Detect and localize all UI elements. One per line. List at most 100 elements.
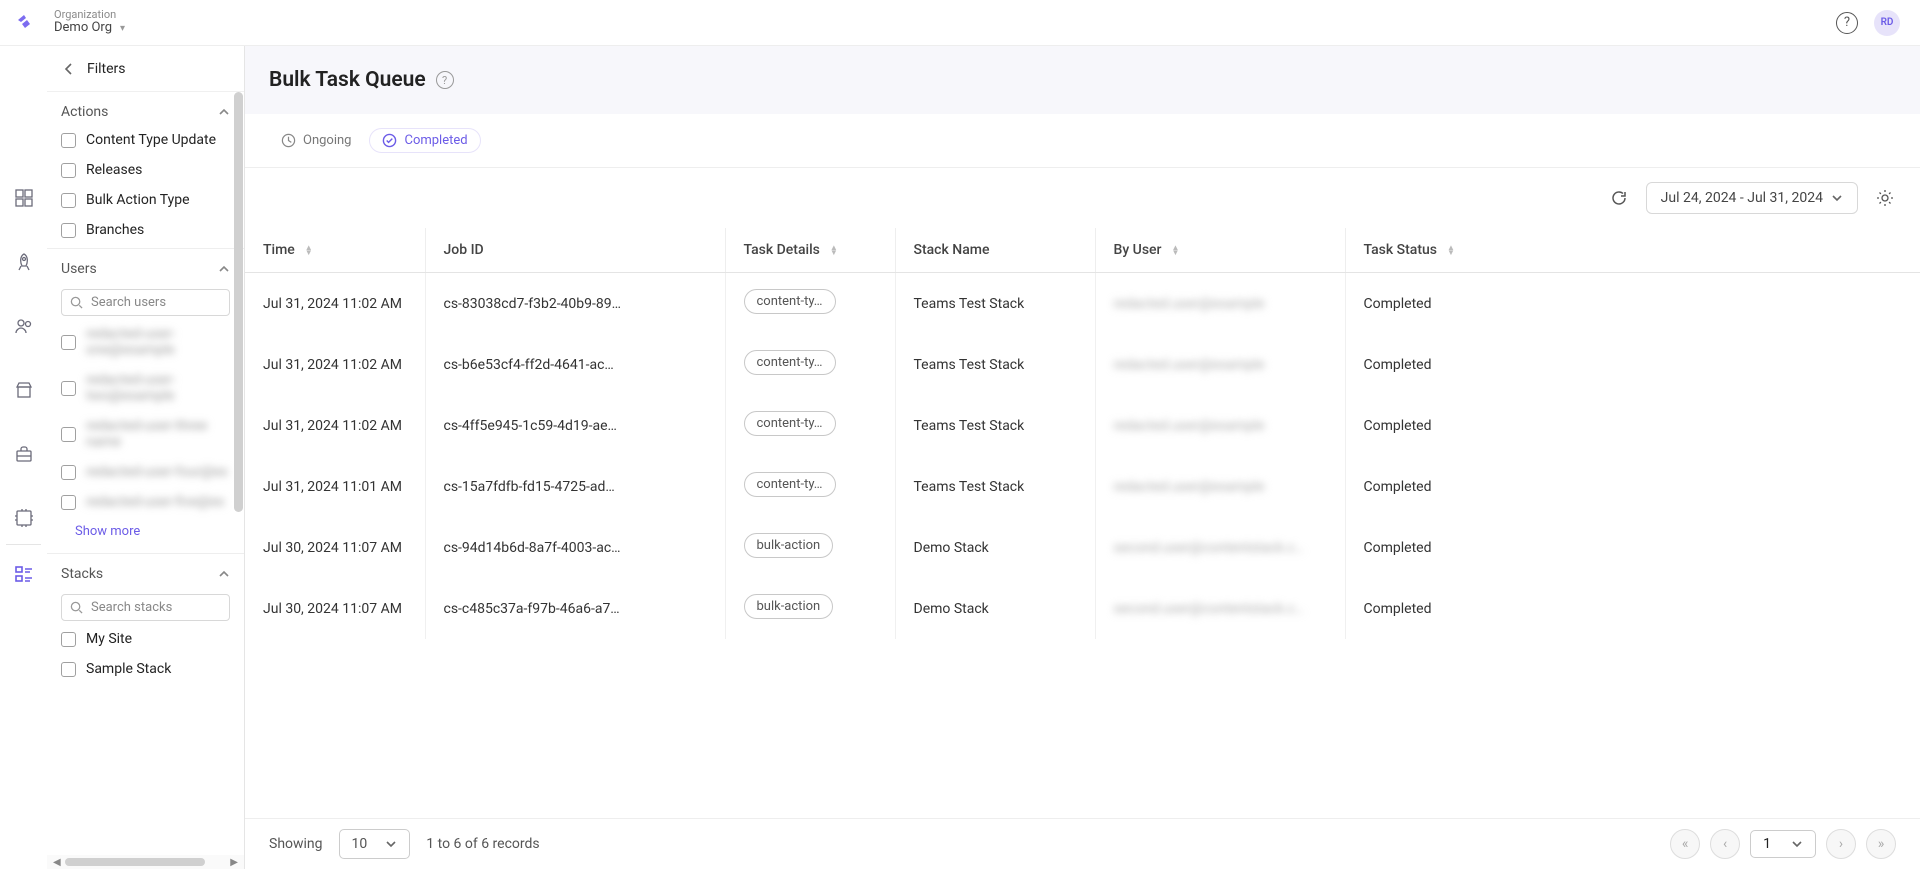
filter-user-item[interactable]: redacted-user-three name <box>61 418 230 450</box>
chevron-up-icon <box>218 568 230 580</box>
chevron-up-icon <box>218 263 230 275</box>
col-job-id[interactable]: Job ID <box>425 228 725 273</box>
page-prev-button[interactable]: ‹ <box>1710 829 1740 859</box>
cell-stack-name: Teams Test Stack <box>895 273 1095 335</box>
cell-status: Completed <box>1345 456 1920 517</box>
sidebar-scrollbar[interactable] <box>234 92 243 512</box>
cell-time: Jul 30, 2024 11:07 AM <box>245 578 425 639</box>
tab-completed[interactable]: Completed <box>369 128 480 153</box>
search-icon <box>70 296 83 309</box>
nav-extension-icon[interactable] <box>12 506 36 530</box>
org-selector[interactable]: Organization Demo Org <box>54 9 125 35</box>
cell-task-details: content-ty… <box>725 334 895 395</box>
nav-toolbox-icon[interactable] <box>12 442 36 466</box>
table-row[interactable]: Jul 30, 2024 11:07 AMcs-c485c37a-f97b-46… <box>245 578 1920 639</box>
filter-stack-sample[interactable]: Sample Stack <box>61 661 230 677</box>
cell-stack-name: Demo Stack <box>895 578 1095 639</box>
table-row[interactable]: Jul 31, 2024 11:02 AMcs-4ff5e945-1c59-4d… <box>245 395 1920 456</box>
sort-icon: ▲▼ <box>1447 245 1455 255</box>
filter-user-item[interactable]: redacted-user-one@example <box>61 326 230 358</box>
filter-section-stacks[interactable]: Stacks <box>47 554 244 594</box>
chevron-down-icon <box>1831 192 1843 204</box>
page-size-select[interactable]: 10 <box>339 829 411 859</box>
filter-releases[interactable]: Releases <box>61 162 230 178</box>
col-stack-name[interactable]: Stack Name <box>895 228 1095 273</box>
cell-task-details: content-ty… <box>725 273 895 335</box>
nav-store-icon[interactable] <box>12 378 36 402</box>
table-row[interactable]: Jul 30, 2024 11:07 AMcs-94d14b6d-8a7f-40… <box>245 517 1920 578</box>
cell-job-id: cs-c485c37a-f97b-46a6-a7… <box>425 578 725 639</box>
cell-by-user: second.user@contentstack.c… <box>1095 517 1345 578</box>
cell-status: Completed <box>1345 578 1920 639</box>
cell-task-details: content-ty… <box>725 395 895 456</box>
cell-by-user: redacted.user@example <box>1095 334 1345 395</box>
tasks-table: Time▲▼ Job ID Task Details▲▼ Stack Name … <box>245 228 1920 639</box>
nav-dashboard-icon[interactable] <box>12 186 36 210</box>
filters-sidebar: Filters Actions Content Type Update Rele… <box>47 46 245 869</box>
filter-stack-my-site[interactable]: My Site <box>61 631 230 647</box>
chevron-down-icon <box>116 21 125 35</box>
col-task-status[interactable]: Task Status▲▼ <box>1345 228 1920 273</box>
cell-task-details: bulk-action <box>725 578 895 639</box>
cell-stack-name: Teams Test Stack <box>895 334 1095 395</box>
filters-back[interactable]: Filters <box>47 46 244 92</box>
page-next-button[interactable]: › <box>1826 829 1856 859</box>
cell-by-user: redacted.user@example <box>1095 395 1345 456</box>
filter-user-item[interactable]: redacted-user-four@ex <box>61 464 230 480</box>
col-time[interactable]: Time▲▼ <box>245 228 425 273</box>
filter-section-users[interactable]: Users <box>47 249 244 289</box>
cell-job-id: cs-15a7fdfb-fd15-4725-ad… <box>425 456 725 517</box>
date-range-picker[interactable]: Jul 24, 2024 - Jul 31, 2024 <box>1646 182 1858 214</box>
check-circle-icon <box>382 133 397 148</box>
table-row[interactable]: Jul 31, 2024 11:02 AMcs-83038cd7-f3b2-40… <box>245 273 1920 335</box>
cell-time: Jul 31, 2024 11:02 AM <box>245 395 425 456</box>
pagination-footer: Showing 10 1 to 6 of 6 records « ‹ 1 › » <box>245 818 1920 869</box>
sort-icon: ▲▼ <box>305 245 313 255</box>
filter-user-item[interactable]: redacted-user-five@ex <box>61 494 230 510</box>
sort-icon: ▲▼ <box>830 245 838 255</box>
filter-content-type-update[interactable]: Content Type Update <box>61 132 230 148</box>
nav-tasks-icon[interactable] <box>12 562 36 586</box>
table-toolbar: Jul 24, 2024 - Jul 31, 2024 <box>245 168 1920 228</box>
chevron-down-icon <box>1791 838 1803 850</box>
table-row[interactable]: Jul 31, 2024 11:01 AMcs-15a7fdfb-fd15-47… <box>245 456 1920 517</box>
refresh-button[interactable] <box>1608 187 1630 209</box>
cell-job-id: cs-4ff5e945-1c59-4d19-ae… <box>425 395 725 456</box>
users-show-more[interactable]: Show more <box>47 520 244 553</box>
nav-rail <box>0 46 47 869</box>
cell-status: Completed <box>1345 334 1920 395</box>
records-label: 1 to 6 of 6 records <box>426 836 539 852</box>
clock-icon <box>281 133 296 148</box>
org-name: Demo Org <box>54 21 112 35</box>
search-stacks-input[interactable]: Search stacks <box>61 594 230 621</box>
nav-rocket-icon[interactable] <box>12 250 36 274</box>
filter-user-item[interactable]: redacted-user-two@example <box>61 372 230 404</box>
page-first-button[interactable]: « <box>1670 829 1700 859</box>
main-content: Bulk Task Queue ? Ongoing Completed Jul … <box>245 46 1920 869</box>
search-users-input[interactable]: Search users <box>61 289 230 316</box>
avatar[interactable]: RD <box>1874 10 1900 36</box>
cell-stack-name: Teams Test Stack <box>895 395 1095 456</box>
page-last-button[interactable]: » <box>1866 829 1896 859</box>
filter-bulk-action-type[interactable]: Bulk Action Type <box>61 192 230 208</box>
brand-logo <box>12 10 36 34</box>
scroll-right-icon[interactable]: ▶ <box>230 857 238 868</box>
cell-job-id: cs-b6e53cf4-ff2d-4641-ac… <box>425 334 725 395</box>
settings-button[interactable] <box>1874 187 1896 209</box>
showing-label: Showing <box>269 836 323 852</box>
page-number-select[interactable]: 1 <box>1750 830 1816 858</box>
filter-branches[interactable]: Branches <box>61 222 230 238</box>
cell-task-details: bulk-action <box>725 517 895 578</box>
scroll-left-icon[interactable]: ◀ <box>53 857 61 868</box>
page-help-icon[interactable]: ? <box>436 71 454 89</box>
tab-ongoing[interactable]: Ongoing <box>281 129 351 152</box>
filter-section-actions[interactable]: Actions <box>47 92 244 132</box>
sidebar-h-scrollbar[interactable]: ◀ ▶ <box>47 855 244 869</box>
col-by-user[interactable]: By User▲▼ <box>1095 228 1345 273</box>
cell-by-user: redacted.user@example <box>1095 456 1345 517</box>
help-icon[interactable]: ? <box>1836 12 1858 34</box>
cell-job-id: cs-94d14b6d-8a7f-4003-ac… <box>425 517 725 578</box>
table-row[interactable]: Jul 31, 2024 11:02 AMcs-b6e53cf4-ff2d-46… <box>245 334 1920 395</box>
col-task-details[interactable]: Task Details▲▼ <box>725 228 895 273</box>
nav-people-icon[interactable] <box>12 314 36 338</box>
